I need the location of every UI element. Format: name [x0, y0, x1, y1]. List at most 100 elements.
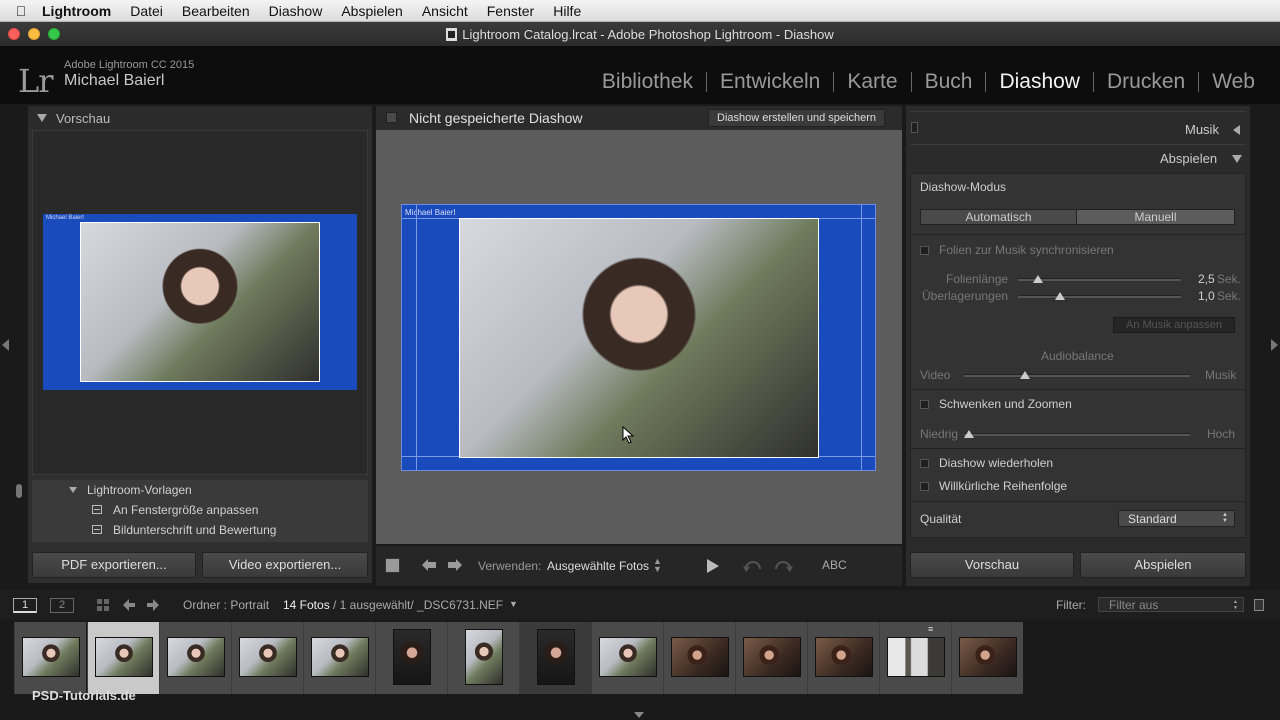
- menu-fenster[interactable]: Fenster: [487, 3, 534, 19]
- next-arrow-icon[interactable]: [446, 558, 464, 572]
- expand-triangle-icon[interactable]: [1233, 125, 1240, 135]
- filmstrip-cell[interactable]: [735, 622, 807, 694]
- filmstrip-cell[interactable]: [591, 622, 663, 694]
- previous-arrow-icon[interactable]: [420, 558, 438, 572]
- audio-balance-slider[interactable]: [964, 374, 1190, 377]
- play-button[interactable]: Abspielen: [1080, 552, 1246, 578]
- main-window-button[interactable]: 1: [13, 598, 37, 613]
- rotate-left-icon[interactable]: [742, 555, 764, 577]
- chevron-down-icon[interactable]: ▼: [509, 599, 518, 609]
- pan-zoom-slider[interactable]: [964, 433, 1190, 436]
- filter-dropdown[interactable]: Filter aus ▲ ▼: [1098, 597, 1244, 612]
- slide-identity-caption[interactable]: Michael Baierl: [405, 208, 455, 217]
- filmstrip-cell[interactable]: [303, 622, 375, 694]
- folder-expand-icon[interactable]: [69, 487, 77, 493]
- grid-view-icon[interactable]: [96, 598, 110, 612]
- menu-hilfe[interactable]: Hilfe: [553, 3, 581, 19]
- filmstrip-cell[interactable]: [375, 622, 447, 694]
- menu-diashow[interactable]: Diashow: [269, 3, 323, 19]
- close-window-button[interactable]: [8, 28, 20, 40]
- photo-thumbnail[interactable]: [959, 637, 1017, 677]
- playback-panel-header[interactable]: Abspielen: [1160, 151, 1217, 166]
- photo-thumbnail[interactable]: [239, 637, 297, 677]
- create-slideshow-button[interactable]: Diashow erstellen und speichern: [708, 109, 885, 127]
- video-export-button[interactable]: Video exportieren...: [202, 552, 368, 578]
- filmstrip-cell[interactable]: [231, 622, 303, 694]
- zoom-window-button[interactable]: [48, 28, 60, 40]
- photo-thumbnail[interactable]: [599, 637, 657, 677]
- overlap-slider[interactable]: [1018, 295, 1181, 298]
- template-item[interactable]: Bildunterschrift und Bewertung: [113, 523, 276, 537]
- use-selector[interactable]: Ausgewählte Fotos: [547, 559, 649, 573]
- menu-abspielen[interactable]: Abspielen: [341, 3, 403, 19]
- module-entwickeln[interactable]: Entwickeln: [707, 70, 833, 94]
- overlap-value[interactable]: 1,0: [1198, 289, 1215, 303]
- collapse-triangle-icon[interactable]: [37, 114, 47, 122]
- overlap-slider-thumb[interactable]: [1055, 292, 1066, 300]
- expand-left-panel-icon[interactable]: [2, 339, 9, 351]
- sync-music-checkbox[interactable]: [920, 246, 929, 255]
- filmstrip-cell-selected[interactable]: [87, 622, 159, 694]
- preview-panel-header[interactable]: Vorschau: [28, 106, 372, 130]
- module-diashow[interactable]: Diashow: [986, 70, 1093, 94]
- random-order-checkbox[interactable]: [920, 482, 929, 491]
- quality-dropdown[interactable]: Standard ▲ ▼: [1118, 510, 1235, 527]
- stop-icon[interactable]: [385, 558, 400, 573]
- photo-thumbnail[interactable]: [887, 637, 945, 677]
- add-text-button[interactable]: ABC: [822, 558, 847, 572]
- module-web[interactable]: Web: [1199, 70, 1268, 94]
- slide-photo[interactable]: [459, 218, 819, 458]
- repeat-checkbox[interactable]: [920, 459, 929, 468]
- stack-badge-icon[interactable]: ≡: [928, 624, 933, 634]
- audio-balance-slider-thumb[interactable]: [1020, 371, 1031, 379]
- slide-canvas[interactable]: Michael Baierl: [401, 204, 876, 471]
- slide-length-value[interactable]: 2,5: [1198, 272, 1215, 286]
- selection-info[interactable]: / 1 ausgewählt/ _DSC6731.NEF: [333, 598, 503, 612]
- template-item[interactable]: An Fenstergröße anpassen: [113, 503, 258, 517]
- filmstrip-cell[interactable]: [951, 622, 1023, 694]
- menu-ansicht[interactable]: Ansicht: [422, 3, 468, 19]
- photo-thumbnail[interactable]: [95, 637, 153, 677]
- menu-datei[interactable]: Datei: [130, 3, 163, 19]
- pdf-export-button[interactable]: PDF exportieren...: [32, 552, 196, 578]
- pan-zoom-checkbox[interactable]: [920, 400, 929, 409]
- filter-lock-icon[interactable]: [1254, 599, 1264, 611]
- module-karte[interactable]: Karte: [834, 70, 910, 94]
- apple-icon[interactable]: : [0, 3, 42, 19]
- music-panel-header[interactable]: Musik: [1185, 122, 1219, 137]
- collapse-filmstrip-icon[interactable]: [634, 712, 644, 718]
- menu-bearbeiten[interactable]: Bearbeiten: [182, 3, 250, 19]
- filmstrip-cell[interactable]: [14, 622, 86, 694]
- preview-button[interactable]: Vorschau: [910, 552, 1074, 578]
- collapse-triangle-icon[interactable]: [1232, 155, 1242, 163]
- fit-to-music-button[interactable]: An Musik anpassen: [1113, 317, 1235, 333]
- filmstrip-cell[interactable]: [807, 622, 879, 694]
- slide-length-slider-thumb[interactable]: [1032, 275, 1043, 283]
- source-label[interactable]: Ordner : Portrait: [183, 598, 269, 612]
- forward-arrow-icon[interactable]: [146, 598, 160, 612]
- filmstrip-cell[interactable]: ≡: [879, 622, 951, 694]
- photo-thumbnail[interactable]: [22, 637, 80, 677]
- menu-app-name[interactable]: Lightroom: [42, 3, 111, 19]
- play-icon[interactable]: [706, 558, 720, 574]
- filmstrip-cell[interactable]: [519, 622, 591, 694]
- photo-thumbnail[interactable]: [465, 629, 503, 685]
- rotate-right-icon[interactable]: [772, 555, 794, 577]
- pan-zoom-slider-thumb[interactable]: [963, 430, 974, 438]
- back-arrow-icon[interactable]: [122, 598, 136, 612]
- module-buch[interactable]: Buch: [912, 70, 986, 94]
- photo-thumbnail[interactable]: [311, 637, 369, 677]
- expand-right-panel-icon[interactable]: [1271, 339, 1278, 351]
- photo-thumbnail[interactable]: [537, 629, 575, 685]
- filmstrip-cell[interactable]: [663, 622, 735, 694]
- mode-auto-button[interactable]: Automatisch: [920, 209, 1077, 225]
- photo-thumbnail[interactable]: [167, 637, 225, 677]
- module-drucken[interactable]: Drucken: [1094, 70, 1198, 94]
- template-folder[interactable]: Lightroom-Vorlagen: [87, 483, 192, 497]
- filmstrip-cell[interactable]: [447, 622, 519, 694]
- left-scrollbar[interactable]: [16, 484, 22, 498]
- minimize-window-button[interactable]: [28, 28, 40, 40]
- photo-thumbnail[interactable]: [815, 637, 873, 677]
- photo-thumbnail[interactable]: [393, 629, 431, 685]
- updown-chevron-icon[interactable]: ▲ ▼: [653, 557, 662, 574]
